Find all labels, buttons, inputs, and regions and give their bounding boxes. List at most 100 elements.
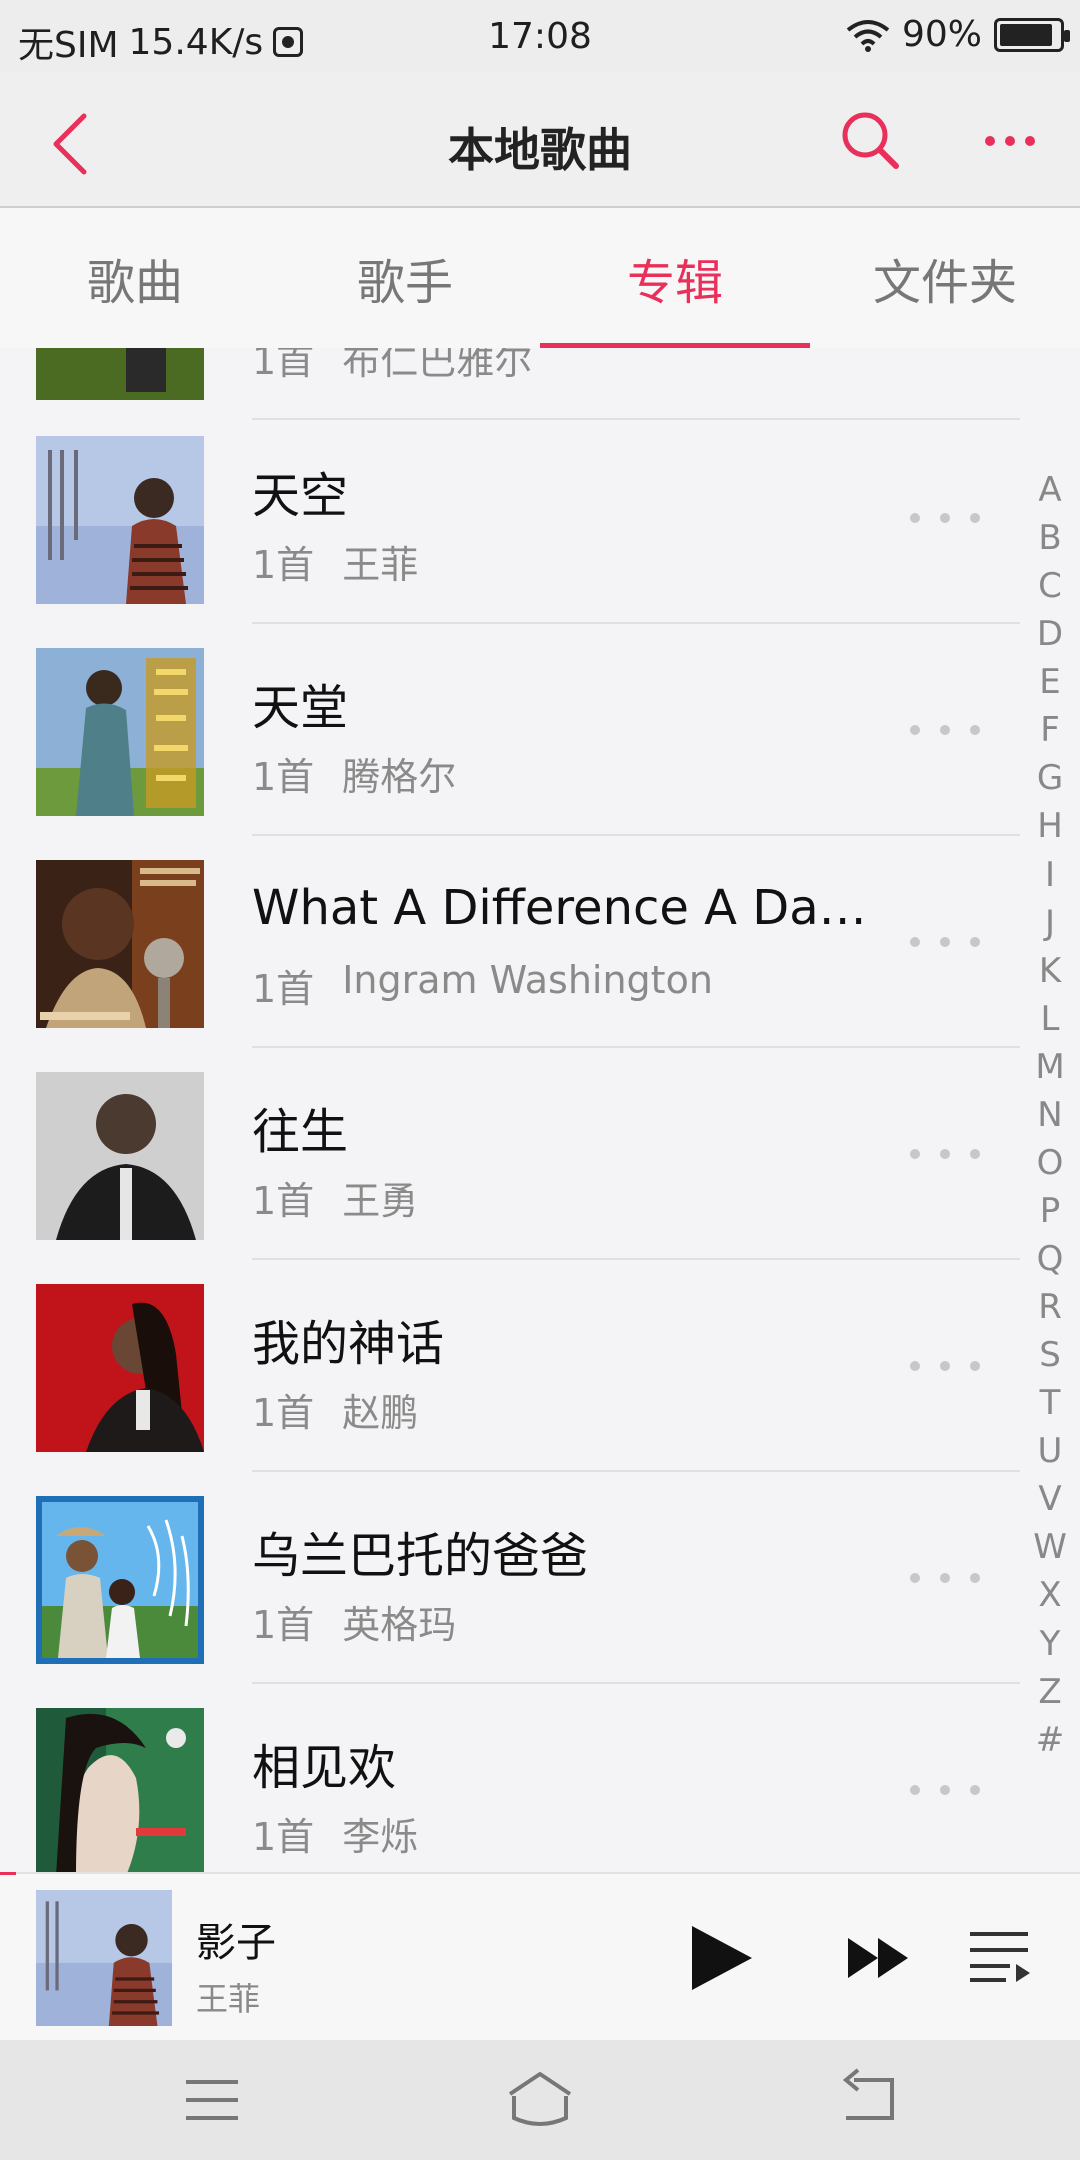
system-nav-bar [0, 2040, 1080, 2160]
index-letter[interactable]: O [1037, 1143, 1064, 1183]
index-letter[interactable]: R [1038, 1287, 1062, 1327]
index-letter[interactable]: C [1038, 566, 1062, 606]
play-button[interactable] [680, 1918, 760, 1998]
dot-icon [970, 937, 980, 947]
album-title: 往生 [252, 1104, 349, 1160]
index-letter[interactable]: # [1036, 1720, 1065, 1760]
index-letter[interactable]: F [1040, 710, 1060, 750]
index-letter[interactable]: G [1037, 758, 1063, 798]
track-count: 1首 [252, 1815, 315, 1859]
album-artist: 李烁 [342, 1815, 419, 1859]
dot-icon [910, 1573, 920, 1583]
list-item[interactable]: 乌兰巴托的爸爸 1首 英格玛 [0, 1472, 1020, 1684]
dot-icon [940, 1573, 950, 1583]
status-bar: 无SIM 15.4K/s 17:08 90% [0, 0, 1080, 72]
index-letter[interactable]: P [1040, 1191, 1061, 1231]
dot-icon [910, 937, 920, 947]
album-cover [36, 1072, 204, 1240]
dot-icon [910, 725, 920, 735]
album-meta: 1首 赵鹏 [252, 1382, 418, 1437]
album-title: What A Difference A Day… [252, 880, 892, 936]
index-letter[interactable]: K [1039, 951, 1061, 991]
dot-icon [940, 725, 950, 735]
item-more-button[interactable] [910, 1136, 980, 1172]
list-item[interactable]: What A Difference A Day… 1首 Ingram Washi… [0, 836, 1020, 1048]
next-track-button[interactable] [844, 1926, 916, 1990]
item-more-button[interactable] [910, 500, 980, 536]
list-item[interactable]: 我的神话 1首 赵鹏 [0, 1260, 1020, 1472]
album-meta: 1首 布仁巴雅尔 [252, 348, 532, 385]
more-options-button[interactable] [970, 106, 1050, 176]
list-item[interactable]: 往生 1首 王勇 [0, 1048, 1020, 1260]
item-more-button[interactable] [910, 924, 980, 960]
track-count: 1首 [252, 755, 315, 799]
album-title: 相见欢 [252, 1740, 397, 1796]
dot-icon [1005, 136, 1015, 146]
album-cover [36, 860, 204, 1028]
dot-icon [970, 1361, 980, 1371]
album-meta: 1首 英格玛 [252, 1594, 456, 1649]
dot-icon [940, 513, 950, 523]
index-letter[interactable]: M [1035, 1047, 1064, 1087]
index-letter[interactable]: T [1040, 1383, 1061, 1423]
index-letter[interactable]: D [1037, 614, 1063, 654]
list-item[interactable]: 相见欢 1首 李烁 [0, 1684, 1020, 1872]
album-cover [36, 1284, 204, 1452]
album-title: 我的神话 [252, 1316, 445, 1372]
dot-icon [940, 937, 950, 947]
list-item[interactable]: 天堂 1首 腾格尔 [0, 624, 1020, 836]
page-title: 本地歌曲 [448, 123, 632, 177]
album-artist: 腾格尔 [342, 755, 457, 799]
index-letter[interactable]: E [1039, 662, 1060, 702]
index-letter[interactable]: B [1038, 518, 1061, 558]
index-letter[interactable]: S [1039, 1335, 1061, 1375]
dot-icon [910, 1361, 920, 1371]
queue-icon [970, 1932, 1030, 1982]
track-count: 1首 [252, 543, 315, 587]
nav-home-button[interactable] [500, 2066, 580, 2134]
album-meta: 1首 王勇 [252, 1170, 418, 1225]
index-letter[interactable]: X [1038, 1575, 1061, 1615]
album-cover [36, 648, 204, 816]
index-letter[interactable]: L [1041, 999, 1060, 1039]
dot-icon [970, 513, 980, 523]
index-letter[interactable]: Q [1037, 1239, 1064, 1279]
now-playing-cover[interactable] [36, 1890, 172, 2026]
index-letter[interactable]: U [1038, 1431, 1063, 1471]
playlist-queue-button[interactable] [966, 1924, 1034, 1988]
alphabet-index[interactable]: A B C D E F G H I J K L M N O P Q R S T U V W X Y Z # [1020, 470, 1080, 1760]
index-letter[interactable]: H [1037, 806, 1063, 846]
list-item[interactable]: 1首 布仁巴雅尔 [0, 348, 1020, 420]
mini-player[interactable]: 影子 王菲 [0, 1872, 1080, 2040]
dot-icon [910, 1785, 920, 1795]
index-letter[interactable]: Y [1040, 1624, 1061, 1664]
item-more-button[interactable] [910, 1560, 980, 1596]
fast-forward-icon [848, 1938, 908, 1978]
tab-songs[interactable]: 歌曲 [0, 208, 270, 348]
menu-icon [186, 2080, 238, 2120]
dot-icon [970, 1573, 980, 1583]
play-icon [692, 1926, 752, 1990]
item-more-button[interactable] [910, 1772, 980, 1808]
album-artist: 英格玛 [342, 1603, 457, 1647]
item-more-button[interactable] [910, 1348, 980, 1384]
dot-icon [970, 725, 980, 735]
tab-albums[interactable]: 专辑 [540, 208, 810, 348]
album-artist: Ingram Washington [342, 958, 713, 1002]
search-button[interactable] [836, 106, 906, 176]
nav-back-button[interactable] [828, 2066, 908, 2134]
app-header: 本地歌曲 [0, 72, 1080, 208]
list-item[interactable]: 天空 1首 王菲 [0, 412, 1020, 624]
index-letter[interactable]: Z [1038, 1672, 1061, 1712]
index-letter[interactable]: I [1045, 855, 1055, 895]
item-more-button[interactable] [910, 712, 980, 748]
nav-menu-button[interactable] [172, 2066, 252, 2134]
index-letter[interactable]: J [1045, 903, 1055, 943]
index-letter[interactable]: V [1038, 1479, 1061, 1519]
index-letter[interactable]: W [1033, 1527, 1067, 1567]
index-letter[interactable]: A [1038, 470, 1061, 510]
album-list[interactable]: 1首 布仁巴雅尔 天空 1首 王菲 天堂 1首 腾格尔 What A Diffe… [0, 348, 1020, 1872]
tab-artists[interactable]: 歌手 [270, 208, 540, 348]
tab-folders[interactable]: 文件夹 [810, 208, 1080, 348]
index-letter[interactable]: N [1037, 1095, 1062, 1135]
